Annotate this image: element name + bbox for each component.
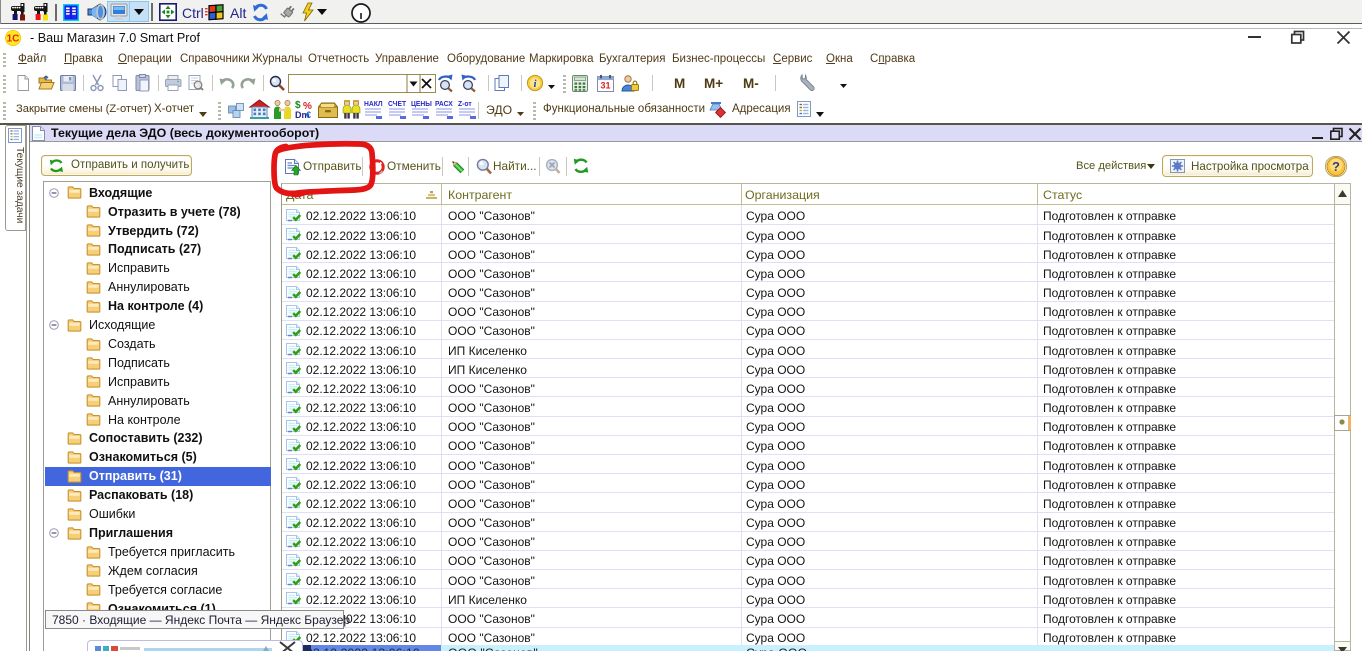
svg-text:?: ? <box>1332 159 1340 174</box>
svg-text:31: 31 <box>600 81 610 91</box>
svg-text:€: € <box>306 110 311 120</box>
svg-text:1C: 1C <box>7 33 20 44</box>
